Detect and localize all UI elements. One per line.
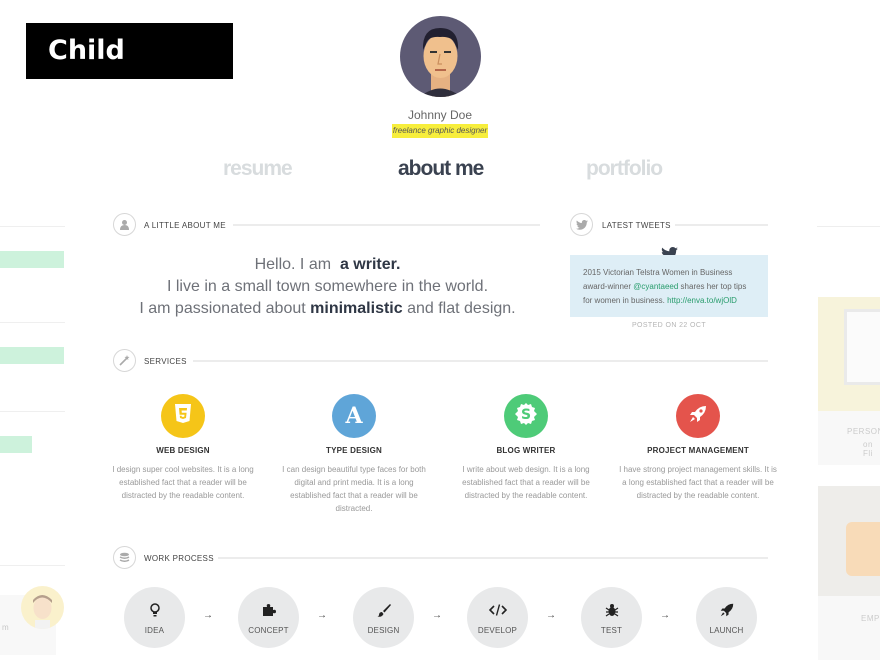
twitter-icon <box>570 213 593 236</box>
code-icon <box>467 598 528 622</box>
divider <box>0 226 65 227</box>
about-intro: Hello. I am a writer. I live in a small … <box>115 254 540 320</box>
process-step-label: DEVELOP <box>477 626 518 635</box>
portfolio-card[interactable]: PERSONA on Fli <box>818 297 880 465</box>
section-divider <box>233 224 540 226</box>
service-title: WEB DESIGN <box>156 446 210 455</box>
section-title-process: WORK PROCESS <box>144 554 214 563</box>
about-line3-bold: minimalistic <box>310 300 403 317</box>
layers-icon <box>113 546 136 569</box>
about-line3-end: and flat design. <box>407 300 516 317</box>
process-step-label: CONCEPT <box>248 626 289 635</box>
portfolio-subcaption: on Fli <box>863 440 873 458</box>
portfolio-caption: EMPT <box>861 614 880 623</box>
service-title: PROJECT MANAGEMENT <box>647 446 749 455</box>
section-title-tweets: LATEST TWEETS <box>602 221 671 230</box>
service-type-design: A TYPE DESIGN I can design beautiful typ… <box>275 394 433 515</box>
puzzle-icon <box>238 598 299 622</box>
process-step-label: IDEA <box>144 626 165 635</box>
avatar <box>21 586 64 629</box>
nav-about-me[interactable]: about me <box>398 157 484 181</box>
svg-text:S: S <box>521 407 531 423</box>
service-web-design: WEB DESIGN I design super cool websites.… <box>104 394 262 502</box>
skill-bar <box>0 251 64 268</box>
about-line1: Hello. I am <box>254 256 332 273</box>
brush-icon <box>353 598 414 622</box>
service-title: TYPE DESIGN <box>326 446 382 455</box>
profile-name: Johnny Doe <box>407 108 473 122</box>
process-step-launch: LAUNCH <box>696 587 757 648</box>
section-title-services: SERVICES <box>144 357 187 366</box>
arrow-right-icon: → <box>203 610 213 621</box>
process-step-design: DESIGN <box>353 587 414 648</box>
service-circle: A <box>332 394 376 438</box>
section-divider <box>193 360 768 362</box>
service-project-management: PROJECT MANAGEMENT I have strong project… <box>619 394 777 502</box>
arrow-right-icon: → <box>317 610 327 621</box>
process-step-test: TEST <box>581 587 642 648</box>
service-circle: S <box>504 394 548 438</box>
rocket-icon <box>689 405 707 428</box>
right-adjacent-page[interactable]: PERSONA on Fli EMPT <box>817 0 880 660</box>
about-line2: I live in a small town somewhere in the … <box>166 278 489 295</box>
left-adjacent-page[interactable]: m <box>0 0 65 660</box>
service-description: I write about web design. It is a long e… <box>462 465 590 500</box>
divider <box>0 411 65 412</box>
service-description: I have strong project management skills.… <box>619 465 777 500</box>
process-step-idea: IDEA <box>124 587 185 648</box>
process-step-label: LAUNCH <box>709 626 744 635</box>
tweet-handle-link[interactable]: @cyantaeed <box>633 282 678 291</box>
process-step-concept: CONCEPT <box>238 587 299 648</box>
tweet-card: 2015 Victorian Telstra Women in Business… <box>570 255 768 317</box>
process-step-develop: DEVELOP <box>467 587 528 648</box>
divider <box>817 226 880 227</box>
service-title: BLOG WRITER <box>496 446 556 455</box>
nav-portfolio[interactable]: portfolio <box>586 157 663 181</box>
about-line3: I am passionated about <box>139 300 306 317</box>
portfolio-image <box>818 486 880 596</box>
bug-icon <box>581 598 642 622</box>
nav-resume[interactable]: resume <box>223 157 293 181</box>
letter-a-icon: A <box>345 403 363 429</box>
testimonial-caption: m <box>2 623 9 632</box>
service-circle <box>161 394 205 438</box>
magic-wand-icon <box>113 349 136 372</box>
service-circle <box>676 394 720 438</box>
section-title-about: A LITTLE ABOUT ME <box>144 221 226 230</box>
arrow-right-icon: → <box>546 610 556 621</box>
service-blog-writer: S BLOG WRITER I write about web design. … <box>447 394 605 502</box>
divider <box>0 565 65 566</box>
portfolio-card[interactable]: EMPT <box>818 486 880 660</box>
arrow-right-icon: → <box>432 610 442 621</box>
section-divider <box>218 557 768 559</box>
html5-icon <box>174 403 192 429</box>
process-step-label: TEST <box>600 626 623 635</box>
portfolio-caption: PERSONA <box>847 427 880 436</box>
tweet-date: POSTED ON 22 OCT <box>631 322 707 329</box>
tweet-url-link[interactable]: http://enva.to/wjOlD <box>667 296 737 305</box>
about-line1-bold: a writer. <box>339 256 401 273</box>
service-description: I can design beautiful type faces for bo… <box>282 465 426 513</box>
profile-tagline: freelance graphic designer <box>392 124 488 138</box>
arrow-right-icon: → <box>660 610 670 621</box>
divider <box>0 322 65 323</box>
lightbulb-icon <box>124 598 185 622</box>
skill-bar <box>0 347 64 364</box>
section-divider <box>675 224 768 226</box>
skill-bar <box>0 436 32 453</box>
user-icon <box>113 213 136 236</box>
portfolio-image <box>818 297 880 411</box>
stamp-s-icon: S <box>514 402 538 431</box>
rocket-icon <box>696 598 757 622</box>
process-step-label: DESIGN <box>367 626 400 635</box>
service-description: I design super cool websites. It is a lo… <box>112 465 254 500</box>
profile-avatar <box>400 16 481 97</box>
